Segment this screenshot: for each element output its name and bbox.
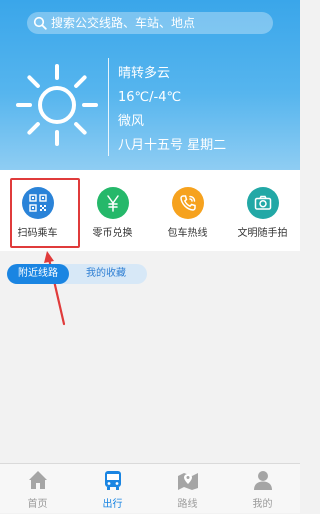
search-input[interactable] <box>51 16 261 30</box>
camera-icon <box>247 187 279 219</box>
coin-exchange-button[interactable]: 零币兑换 <box>75 170 150 251</box>
weather-info: 晴转多云 16℃/-4℃ 微风 八月十五号 星期二 <box>118 62 226 158</box>
phone-icon <box>172 187 204 219</box>
weather-temperature: 16℃/-4℃ <box>118 90 182 105</box>
civil-photo-button[interactable]: 文明随手拍 <box>225 170 300 251</box>
weather-header: 晴转多云 16℃/-4℃ 微风 八月十五号 星期二 <box>0 0 300 170</box>
search-icon <box>33 16 47 30</box>
charter-hotline-button[interactable]: 包车热线 <box>150 170 225 251</box>
tab-travel[interactable]: 出行 <box>75 464 150 514</box>
tab-home-label: 首页 <box>27 499 48 510</box>
search-bar[interactable] <box>27 12 273 34</box>
route-tabs: 我的收藏 附近线路 <box>7 264 147 284</box>
coin-exchange-label: 零币兑换 <box>92 228 133 239</box>
yuan-icon <box>97 187 129 219</box>
home-icon <box>29 471 47 489</box>
civil-photo-label: 文明随手拍 <box>237 228 288 239</box>
weather-condition: 晴转多云 <box>118 66 171 81</box>
map-icon <box>178 473 198 490</box>
quick-actions: 扫码乘车 零币兑换 包车热线 文明随手拍 <box>0 170 300 251</box>
tab-travel-label: 出行 <box>102 499 123 510</box>
scan-ride-label: 扫码乘车 <box>17 228 58 239</box>
bottom-tab-bar: 首页 出行 路线 我的 <box>0 463 300 513</box>
tab-routes[interactable]: 路线 <box>150 464 225 514</box>
sun-icon <box>16 64 98 146</box>
qr-code-icon <box>22 187 54 219</box>
tab-routes-label: 路线 <box>177 499 198 510</box>
tab-nearby-routes[interactable]: 附近线路 <box>7 264 69 284</box>
tab-home[interactable]: 首页 <box>0 464 75 514</box>
user-icon <box>254 471 272 490</box>
weather-wind: 微风 <box>118 114 145 129</box>
weather-divider <box>108 58 109 156</box>
weather-date: 八月十五号 星期二 <box>118 138 227 153</box>
tab-mine[interactable]: 我的 <box>225 464 300 514</box>
bus-icon <box>105 471 121 490</box>
charter-hotline-label: 包车热线 <box>167 228 208 239</box>
tab-mine-label: 我的 <box>252 499 273 510</box>
scan-ride-button[interactable]: 扫码乘车 <box>0 170 75 251</box>
